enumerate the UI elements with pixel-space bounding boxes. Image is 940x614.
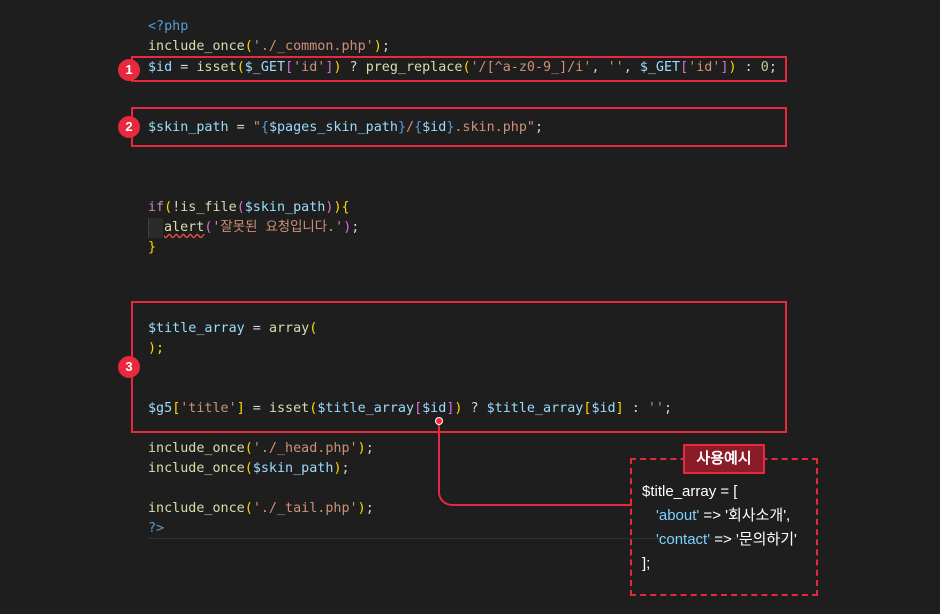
- paren-token: (: [244, 39, 253, 54]
- example-arrow: =>: [710, 531, 736, 548]
- code-line-include-tail: include_once('./_tail.php');: [148, 499, 374, 519]
- code-line-php-close: ?>: [148, 519, 164, 539]
- fn-token: alert: [164, 220, 205, 235]
- example-key-about: 'about': [656, 507, 700, 524]
- string-token: './_common.php': [252, 39, 374, 54]
- badge-3: 3: [118, 356, 140, 378]
- paren-token: (: [164, 200, 173, 215]
- indent-guide: [148, 218, 163, 238]
- string-token: '잘못된 요청입니다.': [212, 220, 344, 235]
- example-line-2: 'about' => '회사소개',: [656, 506, 790, 526]
- paren-token: ): [357, 501, 366, 516]
- fn-token: include_once: [148, 461, 245, 476]
- paren-token: (: [244, 461, 253, 476]
- code-line-close-brace: }: [148, 238, 156, 258]
- paren-token: (: [236, 200, 245, 215]
- semicolon-token: ;: [365, 501, 374, 516]
- badge-2: 2: [118, 116, 140, 138]
- paren-token: ): [373, 39, 382, 54]
- example-val-about: '회사소개',: [725, 507, 791, 524]
- paren-token: ): [333, 200, 342, 215]
- code-line-if: if(!is_file($skin_path)){: [148, 198, 350, 218]
- example-arrow: =>: [699, 507, 726, 524]
- semicolon-token: ;: [341, 461, 350, 476]
- paren-token: ): [333, 461, 342, 476]
- semicolon-token: ;: [381, 39, 390, 54]
- php-open-tag: <?php: [148, 19, 189, 34]
- paren-token: ): [357, 441, 366, 456]
- highlight-box-2: [131, 107, 787, 147]
- example-title: 사용예시: [683, 444, 765, 474]
- code-line-php-open: <?php: [148, 17, 188, 37]
- code-line-include-head: include_once('./_head.php');: [148, 439, 374, 459]
- example-line-1: $title_array = [: [642, 483, 738, 500]
- code-line-alert: alert('잘못된 요청입니다.');: [164, 218, 359, 238]
- string-token: './_head.php': [252, 441, 358, 456]
- badge-1: 1: [118, 59, 140, 81]
- brace-token: {: [341, 200, 350, 215]
- var-token: $skin_path: [244, 200, 326, 215]
- highlight-box-3: [131, 301, 787, 433]
- example-val-contact: '문의하기': [735, 531, 797, 548]
- fn-token: include_once: [148, 39, 245, 54]
- example-callout: [630, 458, 818, 596]
- php-close-tag: ?>: [148, 521, 165, 536]
- highlight-box-1: [131, 56, 787, 82]
- semicolon-token: ;: [365, 441, 374, 456]
- fn-token: include_once: [148, 441, 245, 456]
- connector-line: [438, 422, 632, 506]
- code-line-include-skin: include_once($skin_path);: [148, 459, 350, 479]
- var-token: $skin_path: [252, 461, 334, 476]
- example-key-contact: 'contact': [656, 531, 711, 548]
- connector-dot: [435, 417, 443, 425]
- example-line-4: ];: [642, 555, 651, 572]
- paren-token: (: [244, 441, 253, 456]
- keyword-token: if: [148, 200, 165, 215]
- brace-token: }: [148, 240, 157, 255]
- example-line-3: 'contact' => '문의하기': [656, 530, 797, 550]
- paren-token: (: [244, 501, 253, 516]
- string-token: './_tail.php': [252, 501, 358, 516]
- fn-token: include_once: [148, 501, 245, 516]
- fn-token: is_file: [180, 200, 237, 215]
- semicolon-token: ;: [351, 220, 360, 235]
- code-line-include-common: include_once('./_common.php');: [148, 37, 390, 57]
